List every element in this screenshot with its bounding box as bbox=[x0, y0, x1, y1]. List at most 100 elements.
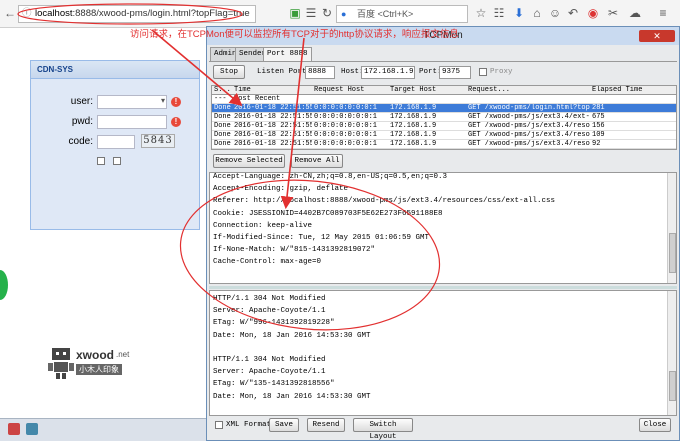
col-elapsed[interactable]: Elapsed Time bbox=[592, 86, 672, 95]
listen-port-label: Listen Port: bbox=[257, 68, 312, 76]
cell-state: Done bbox=[214, 113, 231, 121]
switch-layout-button[interactable]: Switch Layout bbox=[353, 418, 413, 441]
user-error-icon: ! bbox=[171, 97, 181, 107]
cell-target: 172.168.1.9 bbox=[390, 113, 437, 121]
resend-button[interactable]: Resend bbox=[307, 418, 345, 432]
port-field[interactable]: 9375 bbox=[439, 66, 471, 79]
logo-subtitle: 小木人印象 bbox=[76, 364, 122, 375]
cell-request: GET /xwood-pms/js/ext3.4/ext-a... bbox=[468, 113, 590, 121]
captcha-image[interactable]: 5843 bbox=[141, 134, 175, 148]
code-label: code: bbox=[68, 136, 93, 147]
cell-elapsed: 156 bbox=[592, 122, 605, 130]
response-line: Date: Mon, 18 Jan 2016 14:53:30 GMT bbox=[213, 392, 371, 401]
checkbox-2[interactable] bbox=[113, 157, 121, 165]
cloud-icon[interactable]: ☁ bbox=[628, 6, 642, 20]
user-field[interactable]: ▾ bbox=[97, 95, 167, 109]
split-divider[interactable] bbox=[209, 286, 677, 289]
cell-state: Done bbox=[214, 140, 231, 148]
user-label: user: bbox=[70, 96, 93, 107]
col-request-host[interactable]: Request Host bbox=[314, 86, 388, 95]
close-button[interactable]: Close bbox=[639, 418, 671, 432]
response-scrollbar[interactable] bbox=[667, 291, 676, 415]
home-icon[interactable]: ⌂ bbox=[530, 6, 544, 20]
table-row-most-recent[interactable]: --- Most Recent bbox=[212, 95, 676, 104]
reload-icon[interactable]: ↻ bbox=[320, 6, 334, 20]
star-icon[interactable]: ☆ bbox=[474, 6, 488, 20]
response-scroll-thumb[interactable] bbox=[669, 371, 676, 401]
table-row[interactable]: Done 2016-01-18 22:51:55 0:0:0:0:0:0:0:1 17… bbox=[212, 131, 676, 140]
shield-icon[interactable]: ▣ bbox=[288, 6, 302, 20]
col-state[interactable]: S... bbox=[214, 86, 232, 95]
listen-port-field[interactable]: 8888 bbox=[305, 66, 335, 79]
col-target-host[interactable]: Target Host bbox=[390, 86, 464, 95]
table-row[interactable]: Done 2016-01-18 22:51:55 0:0:0:0:0:0:0:1 17… bbox=[212, 122, 676, 131]
bookmarks-icon[interactable]: ☷ bbox=[492, 6, 506, 20]
table-header: S... Time Request Host Target Host Reque… bbox=[212, 86, 676, 95]
cell-req-host: 0:0:0:0:0:0:0:1 bbox=[314, 131, 378, 139]
col-request[interactable]: Request... bbox=[468, 86, 588, 95]
xml-format-checkbox[interactable] bbox=[215, 421, 223, 429]
response-line: Date: Mon, 18 Jan 2016 14:53:30 GMT bbox=[213, 331, 371, 340]
pwd-error-icon: ! bbox=[171, 117, 181, 127]
tab-port-8888[interactable]: Port 8888 bbox=[263, 47, 312, 61]
download-icon[interactable]: ⬇ bbox=[512, 6, 526, 20]
chevron-down-icon[interactable]: ▾ bbox=[161, 96, 165, 105]
app-icon-2[interactable] bbox=[26, 423, 38, 435]
response-pane[interactable]: HTTP/1.1 304 Not Modified Server: Apache-… bbox=[209, 290, 677, 416]
tab-divider bbox=[209, 61, 677, 62]
cell-time: 2016-01-18 22:51:55 bbox=[234, 140, 312, 148]
cell-elapsed: 675 bbox=[592, 113, 605, 121]
request-line: If-Modified-Since: Tue, 12 May 2015 01:0… bbox=[213, 234, 430, 243]
code-field[interactable] bbox=[97, 135, 135, 149]
dash-cell: --- bbox=[214, 95, 227, 103]
request-line: Accept-Language: zh-CN,zh;q=0.8,en-US;q=… bbox=[213, 173, 448, 181]
menu-icon[interactable]: ≡ bbox=[656, 6, 670, 20]
cell-state: Done bbox=[214, 131, 231, 139]
connections-table: S... Time Request Host Target Host Reque… bbox=[211, 85, 677, 150]
remove-all-button[interactable]: Remove All bbox=[291, 154, 343, 168]
undo-icon[interactable]: ↶ bbox=[566, 6, 580, 20]
pwd-label: pwd: bbox=[71, 116, 93, 127]
request-scrollbar[interactable] bbox=[667, 173, 676, 283]
close-window-icon[interactable]: ✕ bbox=[639, 30, 675, 42]
proxy-checkbox[interactable] bbox=[479, 68, 487, 76]
side-widget[interactable] bbox=[0, 270, 8, 300]
search-input[interactable]: ● 百度 <Ctrl+K> bbox=[336, 5, 468, 23]
pwd-field[interactable] bbox=[97, 115, 167, 129]
cell-request: GET /xwood-pms/js/ext3.4/resou... bbox=[468, 131, 590, 139]
save-button[interactable]: Save bbox=[269, 418, 299, 432]
table-row[interactable]: Done 2016-01-18 22:51:55 0:0:0:0:0:0:0:1 17… bbox=[212, 104, 676, 113]
login-panel: CDN-SYS user: ▾ ! pwd: ! code: 5843 bbox=[30, 60, 200, 230]
table-row[interactable]: Done 2016-01-18 22:51:55 0:0:0:0:0:0:0:1 17… bbox=[212, 113, 676, 122]
stop-button[interactable]: Stop bbox=[213, 65, 245, 79]
request-scroll-thumb[interactable] bbox=[669, 233, 676, 273]
logo-suffix: .net bbox=[116, 350, 130, 359]
cell-target: 172.168.1.9 bbox=[390, 131, 437, 139]
cell-target: 172.168.1.9 bbox=[390, 122, 437, 130]
screenshot-icon[interactable]: ✂ bbox=[606, 6, 620, 20]
col-time[interactable]: Time bbox=[234, 86, 310, 95]
checkbox-1[interactable] bbox=[97, 157, 105, 165]
cell-req-host: 0:0:0:0:0:0:0:1 bbox=[314, 113, 378, 121]
addon-icon[interactable]: ◉ bbox=[586, 6, 600, 20]
cell-time: 2016-01-18 22:51:55 bbox=[234, 122, 312, 130]
response-line bbox=[210, 342, 676, 354]
request-line: If-None-Match: W/"815-1431392819072" bbox=[213, 246, 376, 255]
cell-elapsed: 281 bbox=[592, 104, 605, 112]
robot-icon bbox=[48, 348, 74, 379]
request-pane[interactable]: Accept-Language: zh-CN,zh;q=0.8,en-US;q=… bbox=[209, 172, 677, 284]
baidu-icon: ● bbox=[341, 9, 347, 19]
annotation-text: 访问请求，在TCPMon便可以监控所有TCP对于的http协议请求，响应报文信息 bbox=[130, 29, 459, 40]
xml-format-label: XML Format bbox=[226, 421, 272, 429]
chat-icon[interactable]: ☺ bbox=[548, 6, 562, 20]
response-line: Server: Apache-Coyote/1.1 bbox=[213, 368, 326, 377]
reader-icon[interactable]: ☰ bbox=[304, 6, 318, 20]
cell-state: Done bbox=[214, 122, 231, 130]
host-field[interactable]: 172.168.1.9 bbox=[361, 66, 415, 79]
app-icon[interactable] bbox=[8, 423, 20, 435]
login-title: CDN-SYS bbox=[31, 61, 199, 79]
cell-req-host: 0:0:0:0:0:0:0:1 bbox=[314, 104, 378, 112]
table-row[interactable]: Done 2016-01-18 22:51:55 0:0:0:0:0:0:0:1 17… bbox=[212, 140, 676, 149]
cell-time: 2016-01-18 22:51:55 bbox=[234, 104, 312, 112]
remove-selected-button[interactable]: Remove Selected bbox=[213, 154, 285, 168]
